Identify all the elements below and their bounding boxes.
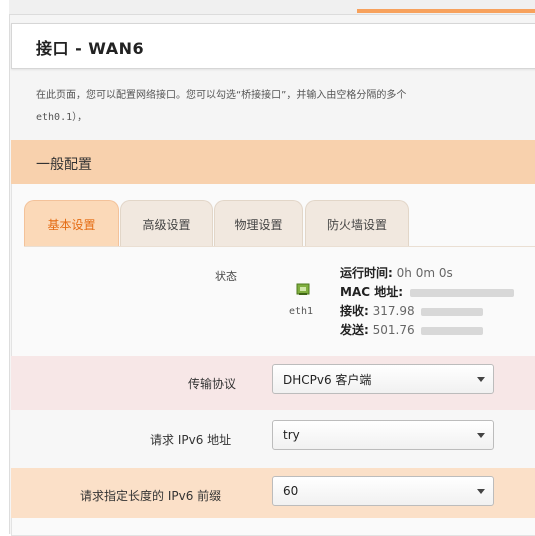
tx-value-redacted — [421, 326, 484, 335]
uptime-value: 0h 0m 0s — [396, 266, 453, 280]
protocol-select-value: DHCPv6 客户端 — [283, 372, 372, 387]
tx-row: 发送: 501.76 — [340, 321, 484, 338]
tab-advanced-settings[interactable]: 高级设置 — [120, 200, 213, 247]
mac-row: MAC 地址: — [340, 283, 514, 300]
rx-value-redacted — [421, 307, 484, 316]
ethernet-port-icon — [296, 283, 310, 295]
tab-physical-settings[interactable]: 物理设置 — [214, 200, 303, 247]
tab-divider — [24, 246, 535, 247]
interface-name: eth1 — [289, 306, 314, 317]
uptime-label: 运行时间: — [340, 266, 393, 280]
top-strip — [9, 0, 535, 15]
chevron-down-icon — [477, 433, 485, 438]
status-label: 状态 — [215, 270, 237, 283]
tx-value: 501.76 — [372, 323, 415, 337]
chevron-down-icon — [477, 489, 485, 494]
mac-value-redacted — [409, 288, 514, 297]
request-ipv6-label: 请求 IPv6 地址 — [150, 433, 232, 447]
page-description-cont: eth0.1）， — [36, 112, 88, 123]
prefix-select[interactable]: 60 — [272, 476, 494, 506]
prefix-select-value: 60 — [283, 484, 299, 498]
prefix-label: 请求指定长度的 IPv6 前缀 — [80, 489, 222, 503]
request-ipv6-select[interactable]: try — [272, 420, 494, 450]
page-title: 接口 - WAN6 — [36, 39, 145, 58]
section-title: 一般配置 — [36, 157, 92, 173]
rx-value: 317.98 — [372, 304, 415, 318]
tab-basic-settings[interactable]: 基本设置 — [24, 200, 119, 247]
tx-label: 发送: — [340, 323, 369, 337]
top-accent-bar — [357, 9, 535, 13]
request-ipv6-select-value: try — [283, 428, 300, 442]
tab-firewall-settings[interactable]: 防火墙设置 — [305, 200, 409, 247]
protocol-select[interactable]: DHCPv6 客户端 — [272, 364, 494, 394]
page-description: 在此页面，您可以配置网络接口。您可以勾选“桥接接口”，并输入由空格分隔的多个 — [36, 90, 407, 101]
rx-label: 接收: — [340, 304, 369, 318]
mac-label: MAC 地址: — [340, 285, 404, 299]
chevron-down-icon — [477, 377, 485, 382]
uptime-row: 运行时间: 0h 0m 0s — [340, 264, 453, 281]
rx-row: 接收: 317.98 — [340, 302, 484, 319]
protocol-label: 传输协议 — [188, 377, 237, 391]
